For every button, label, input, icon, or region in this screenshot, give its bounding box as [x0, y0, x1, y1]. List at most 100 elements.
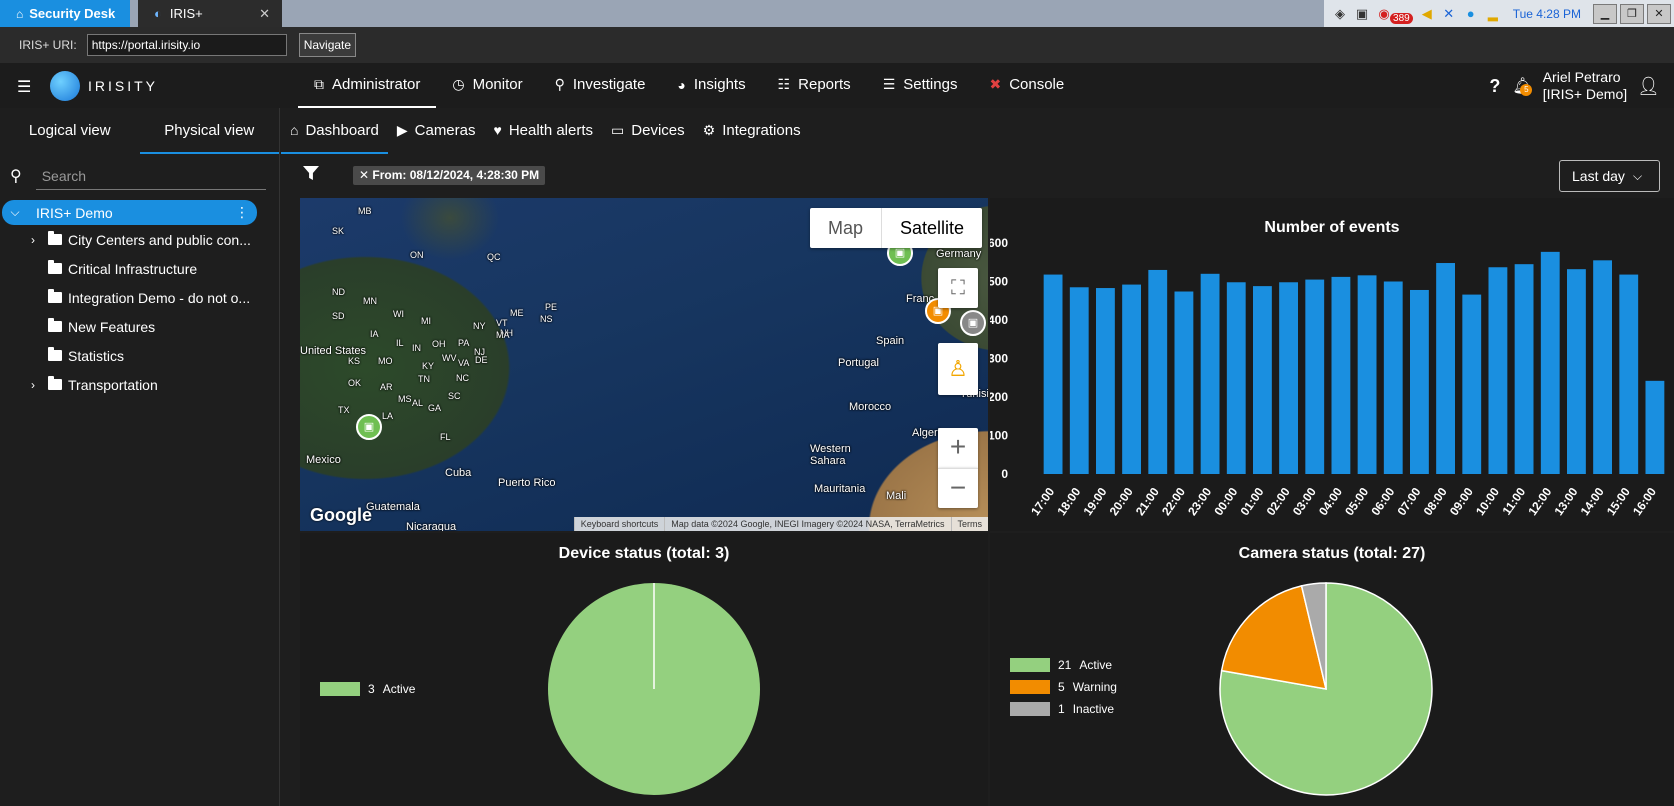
close-window-button[interactable]: ✕ [1647, 3, 1671, 24]
bar[interactable] [1200, 273, 1220, 474]
legend-count: 1 [1058, 702, 1065, 716]
tree-node[interactable]: Integration Demo - do not o... [0, 283, 279, 312]
chart-legend: 21 Active 5 Warning 1 Inactive [1010, 654, 1117, 720]
tree-node[interactable]: Statistics [0, 341, 279, 370]
nav-monitor[interactable]: ◷ Monitor [436, 63, 538, 108]
search-input[interactable] [35, 162, 266, 190]
subtab-dashboard[interactable]: ⌂ Dashboard [281, 108, 388, 154]
url-input[interactable] [86, 34, 287, 56]
map-label: SK [332, 226, 345, 236]
map-label: TN [418, 374, 430, 384]
map-type-map-button[interactable]: Map [810, 208, 881, 248]
speaker-tray-icon[interactable]: ◀ [1419, 6, 1435, 22]
nav-insights[interactable]: ◕ Insights [661, 63, 761, 108]
x-tick-label: 17:00 [1028, 485, 1057, 518]
tree-menu-icon[interactable]: ☰ [17, 77, 31, 97]
bar[interactable] [1226, 282, 1246, 474]
time-range-select[interactable]: Last day ⌵ [1559, 160, 1660, 192]
chevron-right-icon[interactable]: › [26, 378, 40, 392]
bar[interactable] [1095, 288, 1115, 474]
tree-node[interactable]: › City Centers and public con... [0, 225, 279, 254]
tree-node-root[interactable]: ⌵ IRIS+ Demo ⋮ [2, 200, 257, 225]
bar[interactable] [1043, 274, 1063, 474]
bar[interactable] [1488, 267, 1508, 474]
tree-node[interactable]: Critical Infrastructure [0, 254, 279, 283]
fullscreen-icon[interactable]: ⛶ [938, 268, 978, 308]
nav-administrator[interactable]: ⧉ Administrator [298, 63, 437, 108]
user-icon[interactable]: 👤︎ [1637, 76, 1660, 97]
map-panel[interactable]: MB SK ON QC ND MN SD WI MI NY ME PE NS V… [300, 198, 988, 531]
bar[interactable] [1357, 275, 1377, 474]
bar[interactable] [1462, 294, 1482, 474]
x-tick-label: 03:00 [1290, 485, 1319, 518]
map-label: MB [358, 206, 372, 216]
close-tab-icon[interactable]: ✕ [259, 6, 270, 22]
bar[interactable] [1305, 279, 1325, 474]
subtab-integrations[interactable]: ⚙ Integrations [694, 108, 810, 154]
bar[interactable] [1069, 287, 1089, 474]
bar[interactable] [1540, 251, 1560, 474]
chevron-right-icon[interactable]: › [26, 233, 40, 247]
tab-logical-view[interactable]: Logical view [0, 108, 140, 154]
bar[interactable] [1174, 291, 1194, 474]
tree-node[interactable]: New Features [0, 312, 279, 341]
filter-chip[interactable]: ✕ From: 08/12/2024, 4:28:30 PM [353, 166, 546, 185]
minimize-button[interactable]: ▁ [1593, 3, 1617, 24]
subtab-label: Cameras [414, 121, 476, 139]
street-view-pegman-icon[interactable]: ♙ [938, 343, 978, 395]
legend-swatch [1010, 680, 1050, 694]
nav-console[interactable]: ✖ Console [973, 63, 1080, 108]
bar[interactable] [1514, 264, 1534, 474]
bar[interactable] [1383, 281, 1403, 475]
bar[interactable] [1252, 286, 1272, 474]
legend-item[interactable]: 1 Inactive [1010, 698, 1117, 720]
nav-investigate[interactable]: ⚲ Investigate [539, 63, 662, 108]
tray-alert-badge: 389 [1390, 13, 1413, 24]
tab-physical-view[interactable]: Physical view [139, 108, 279, 154]
filter-icon[interactable] [303, 166, 319, 180]
tree-node[interactable]: › Transportation [0, 370, 279, 399]
zoom-in-button[interactable]: + [938, 428, 978, 468]
legend-label: Active [382, 682, 416, 696]
bar[interactable] [1148, 269, 1168, 474]
nav-settings[interactable]: ☰ Settings [867, 63, 974, 108]
legend-item[interactable]: 3 Active [320, 678, 415, 700]
navigate-button[interactable]: Navigate [298, 33, 357, 57]
terms-link[interactable]: Terms [950, 517, 989, 531]
subtab-devices[interactable]: ▭ Devices [602, 108, 694, 154]
keyboard-shortcuts-link[interactable]: Keyboard shortcuts [573, 517, 665, 531]
bar[interactable] [1593, 260, 1613, 474]
nav-reports[interactable]: ☷ Reports [762, 63, 867, 108]
bell-icon[interactable]: 🔔︎5 [1512, 76, 1533, 96]
camera-marker[interactable]: ▣ [356, 414, 382, 440]
restore-button[interactable]: ❐ [1620, 3, 1644, 24]
subtab-cameras[interactable]: ▶ Cameras [388, 108, 485, 154]
device-pie-chart [548, 583, 760, 795]
zoom-out-button[interactable]: − [938, 468, 978, 508]
camera-marker[interactable]: ▣ [960, 310, 986, 336]
status-tray-icon[interactable]: ▂ [1485, 6, 1501, 22]
map-label: Mali [886, 490, 907, 502]
bar[interactable] [1279, 282, 1299, 474]
app-tray-icon[interactable]: ◈ [1332, 6, 1348, 22]
bar[interactable] [1645, 380, 1665, 474]
more-vertical-icon[interactable]: ⋮ [235, 204, 249, 221]
subtab-health-alerts[interactable]: ♥ Health alerts [485, 108, 603, 154]
bar[interactable] [1566, 269, 1586, 474]
legend-item[interactable]: 21 Active [1010, 654, 1117, 676]
legend-item[interactable]: 5 Warning [1010, 676, 1117, 698]
mute-tray-icon[interactable]: ✕ [1441, 6, 1457, 22]
bar[interactable] [1409, 289, 1429, 474]
chevron-down-icon[interactable]: ⌵ [8, 205, 22, 220]
tab-iris-plus[interactable]: ◐ IRIS+ ✕ [138, 0, 282, 27]
help-icon[interactable]: ? [1489, 76, 1500, 97]
tab-security-desk[interactable]: ⌂ Security Desk [0, 0, 130, 27]
user-info[interactable]: Ariel Petraro [IRIS+ Demo] [1543, 69, 1627, 103]
bar[interactable] [1331, 276, 1351, 474]
bar[interactable] [1122, 284, 1142, 474]
bar[interactable] [1436, 263, 1456, 474]
bar[interactable] [1619, 274, 1639, 474]
map-type-satellite-button[interactable]: Satellite [881, 208, 982, 248]
browser-tray-icon[interactable]: ● [1463, 6, 1479, 22]
monitor-tray-icon[interactable]: ▣ [1354, 6, 1370, 22]
